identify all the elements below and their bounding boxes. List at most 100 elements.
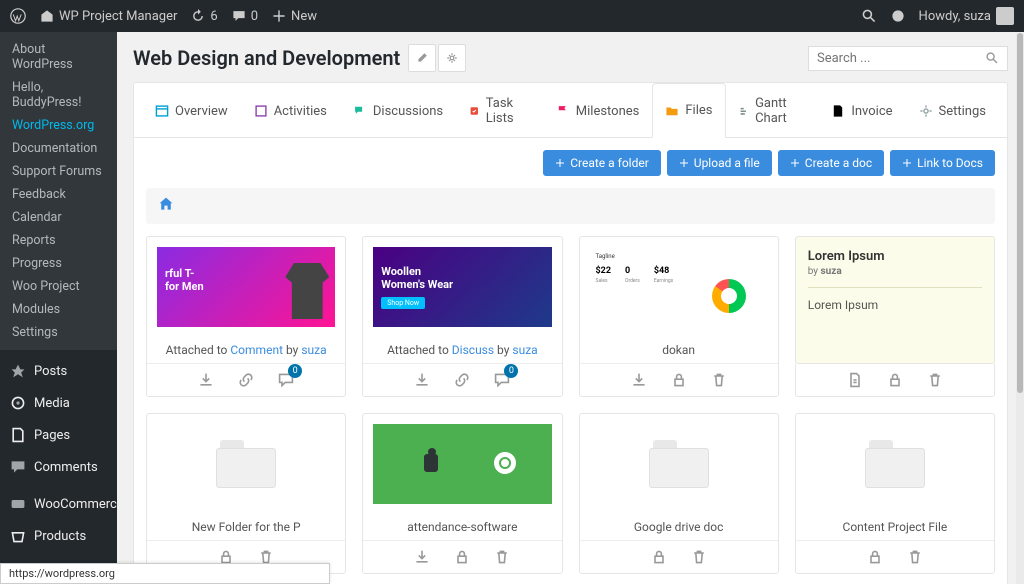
sidebar-sub-item[interactable]: Documentation bbox=[0, 137, 117, 160]
download-icon[interactable] bbox=[414, 549, 430, 565]
file-thumb: WoollenWomen's WearShop Now bbox=[363, 237, 561, 337]
tab-activities[interactable]: Activities bbox=[241, 83, 340, 138]
file-card[interactable]: Google drive doc bbox=[579, 413, 779, 574]
file-thumb bbox=[363, 414, 561, 514]
product-icon bbox=[10, 528, 26, 544]
download-icon[interactable] bbox=[631, 372, 647, 388]
lock-icon[interactable] bbox=[887, 372, 903, 388]
sidebar-sub-item[interactable]: Calendar bbox=[0, 206, 117, 229]
tab-discussions[interactable]: Discussions bbox=[340, 83, 456, 138]
comment-icon[interactable]: 0 bbox=[494, 372, 510, 388]
attachment-link[interactable]: Discuss bbox=[452, 343, 494, 357]
sidebar-sub-item[interactable]: Settings bbox=[0, 321, 117, 344]
file-card[interactable]: New Folder for the P bbox=[146, 413, 346, 574]
admin-sidebar: About WordPressHello, BuddyPress!WordPre… bbox=[0, 32, 117, 584]
comment-icon[interactable]: 0 bbox=[278, 372, 294, 388]
tab-icon bbox=[665, 104, 679, 118]
search-box[interactable] bbox=[808, 46, 1008, 71]
file-card[interactable]: rful T-for MenAttached to Comment by suz… bbox=[146, 236, 346, 397]
home-icon bbox=[158, 196, 174, 212]
doc-card[interactable]: Lorem Ipsumby suzaLorem Ipsum bbox=[795, 236, 995, 364]
user-link[interactable]: suza bbox=[512, 343, 537, 357]
tab-icon bbox=[831, 104, 845, 118]
file-title: Attached to Comment by suza bbox=[147, 337, 345, 363]
project-tabs: OverviewActivitiesDiscussionsTask ListsM… bbox=[134, 83, 1007, 138]
tab-icon bbox=[739, 104, 750, 118]
upload-a-file-button[interactable]: Upload a file bbox=[667, 150, 772, 176]
sidebar-sub-item[interactable]: Reports bbox=[0, 229, 117, 252]
sidebar-menu-products[interactable]: Products bbox=[0, 520, 117, 552]
file-card[interactable]: attendance-software bbox=[362, 413, 562, 574]
doc-icon[interactable] bbox=[847, 372, 863, 388]
trash-icon[interactable] bbox=[927, 372, 943, 388]
file-card[interactable]: WoollenWomen's WearShop NowAttached to D… bbox=[362, 236, 562, 397]
create-a-folder-button[interactable]: Create a folder bbox=[543, 150, 661, 176]
lock-icon[interactable] bbox=[651, 549, 667, 565]
file-card[interactable]: Content Project File bbox=[795, 413, 995, 574]
tab-task-lists[interactable]: Task Lists bbox=[456, 83, 543, 138]
new-content[interactable]: New bbox=[272, 9, 317, 24]
trash-icon[interactable] bbox=[691, 549, 707, 565]
file-thumb bbox=[796, 414, 994, 514]
search-input[interactable] bbox=[817, 51, 985, 66]
sidebar-sub-item[interactable]: Progress bbox=[0, 252, 117, 275]
trash-icon[interactable] bbox=[907, 549, 923, 565]
plus-icon bbox=[902, 158, 912, 168]
link-icon[interactable] bbox=[454, 372, 470, 388]
tab-files[interactable]: Files bbox=[652, 83, 725, 138]
create-a-doc-button[interactable]: Create a doc bbox=[778, 150, 884, 176]
sidebar-sub-item[interactable]: Hello, BuddyPress! bbox=[0, 76, 117, 114]
sidebar-menu-posts[interactable]: Posts bbox=[0, 355, 117, 387]
count-badge: 0 bbox=[504, 364, 518, 378]
link-icon[interactable] bbox=[238, 372, 254, 388]
comments-count[interactable]: 0 bbox=[232, 9, 258, 24]
main-content: Web Design and Development OverviewActiv… bbox=[117, 32, 1024, 584]
sidebar-sub-item[interactable]: About WordPress bbox=[0, 38, 117, 76]
notifications[interactable] bbox=[891, 9, 905, 23]
sidebar-menu-woocommerce[interactable]: WooCommerce bbox=[0, 488, 117, 520]
tab-settings[interactable]: Settings bbox=[906, 83, 999, 138]
plus-icon bbox=[790, 158, 800, 168]
lock-icon[interactable] bbox=[454, 549, 470, 565]
page-icon bbox=[10, 427, 26, 443]
sidebar-sub-item[interactable]: Support Forums bbox=[0, 160, 117, 183]
count-badge: 0 bbox=[288, 364, 302, 378]
media-icon bbox=[10, 395, 26, 411]
link-to-docs-button[interactable]: Link to Docs bbox=[890, 150, 995, 176]
download-icon[interactable] bbox=[414, 372, 430, 388]
sidebar-menu-media[interactable]: Media bbox=[0, 387, 117, 419]
sidebar-sub-item[interactable]: Modules bbox=[0, 298, 117, 321]
tab-milestones[interactable]: Milestones bbox=[543, 83, 653, 138]
sidebar-sub-item[interactable]: Woo Project bbox=[0, 275, 117, 298]
page-title: Web Design and Development bbox=[133, 46, 400, 70]
tab-icon bbox=[155, 104, 169, 118]
edit-icon[interactable] bbox=[408, 44, 436, 72]
trash-icon[interactable] bbox=[711, 372, 727, 388]
user-link[interactable]: suza bbox=[301, 343, 326, 357]
download-icon[interactable] bbox=[198, 372, 214, 388]
lock-icon[interactable] bbox=[671, 372, 687, 388]
woo-icon bbox=[10, 496, 26, 512]
sidebar-menu-comments[interactable]: Comments bbox=[0, 451, 117, 483]
trash-icon[interactable] bbox=[494, 549, 510, 565]
file-thumb bbox=[147, 414, 345, 514]
attachment-link[interactable]: Comment bbox=[230, 343, 283, 357]
sidebar-sub-item[interactable]: WordPress.org bbox=[0, 114, 117, 137]
plus-icon bbox=[679, 158, 689, 168]
site-name[interactable]: WP Project Manager bbox=[40, 9, 177, 24]
search-icon[interactable] bbox=[861, 8, 877, 24]
scrollbar[interactable] bbox=[1016, 33, 1024, 584]
gear-icon[interactable] bbox=[438, 44, 466, 72]
lock-icon[interactable] bbox=[867, 549, 883, 565]
sidebar-sub-item[interactable]: Feedback bbox=[0, 183, 117, 206]
howdy-user[interactable]: Howdy, suza bbox=[919, 7, 1014, 25]
sidebar-menu-pages[interactable]: Pages bbox=[0, 419, 117, 451]
revisions[interactable]: 6 bbox=[191, 9, 217, 24]
tab-gantt-chart[interactable]: Gantt Chart bbox=[726, 83, 819, 138]
breadcrumb[interactable] bbox=[146, 188, 995, 224]
plus-icon bbox=[555, 158, 565, 168]
tab-invoice[interactable]: Invoice bbox=[818, 83, 905, 138]
wp-logo[interactable] bbox=[10, 8, 26, 24]
tab-overview[interactable]: Overview bbox=[142, 83, 241, 138]
file-card[interactable]: Tagline$22Sales0Orders$48Earningsdokan bbox=[579, 236, 779, 397]
